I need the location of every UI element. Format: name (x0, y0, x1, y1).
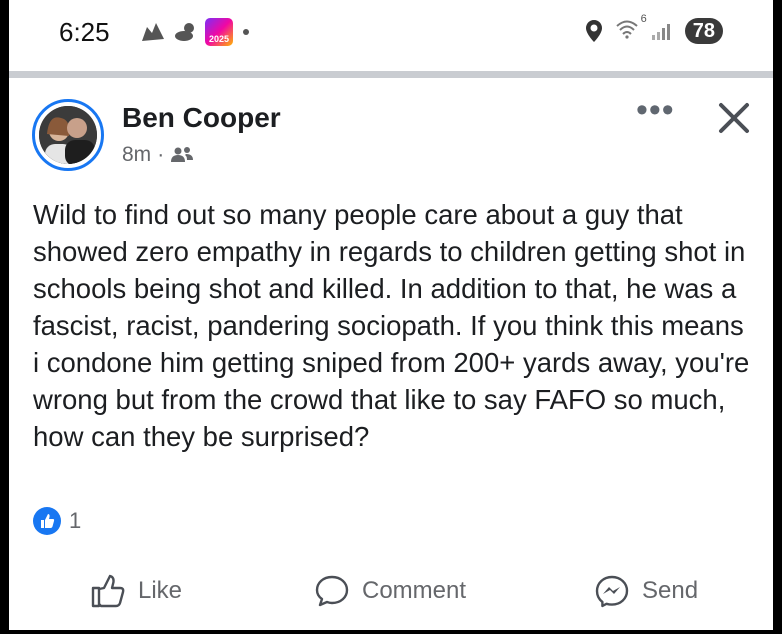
author-avatar[interactable] (32, 99, 104, 171)
system-icons: 6 78 (585, 13, 723, 44)
post-text: Wild to find out so many people care abo… (33, 199, 750, 452)
send-button[interactable]: Send (594, 574, 698, 608)
network-type-label: 6 (640, 12, 647, 25)
reaction-count: 1 (69, 508, 82, 533)
status-bar: 6:25 2025 6 78 (9, 0, 773, 72)
more-options-button[interactable]: ••• (636, 93, 675, 127)
notification-icons: 2025 (139, 18, 249, 46)
send-label: Send (642, 577, 699, 604)
comment-label: Comment (362, 577, 467, 604)
avatar-people-icon (39, 106, 97, 164)
location-icon (585, 20, 602, 42)
more-notifications-dot (243, 29, 249, 35)
reaction-summary[interactable]: 1 (33, 507, 81, 535)
top-divider (9, 71, 773, 78)
battery-indicator: 78 (684, 18, 723, 44)
screen-frame-bottom (0, 630, 782, 634)
post-timestamp[interactable]: 8m (122, 143, 151, 167)
like-button[interactable]: Like (90, 574, 182, 608)
signal-icon (651, 24, 670, 40)
close-icon[interactable] (712, 96, 756, 140)
clock: 6:25 (59, 17, 110, 47)
comment-bubble-icon (315, 575, 349, 607)
comment-button[interactable]: Comment (314, 574, 466, 608)
app-2025-icon: 2025 (205, 18, 233, 46)
weather-icon (175, 23, 194, 41)
app-badge-text: 2025 (208, 34, 230, 44)
post-meta: 8m · (122, 143, 194, 167)
app-notification-icon (142, 23, 164, 41)
post-actions: Like Comment Send (9, 568, 773, 618)
wifi-icon (616, 20, 638, 39)
friends-icon (171, 147, 194, 162)
like-label: Like (138, 577, 183, 604)
avatar-photo (39, 106, 97, 164)
like-reaction-icon (33, 507, 61, 535)
meta-separator: · (157, 143, 165, 166)
messenger-icon (595, 575, 629, 608)
author-name[interactable]: Ben Cooper (122, 102, 281, 134)
wifi-indicator: 6 (615, 13, 647, 44)
thumbs-up-icon (91, 574, 125, 608)
